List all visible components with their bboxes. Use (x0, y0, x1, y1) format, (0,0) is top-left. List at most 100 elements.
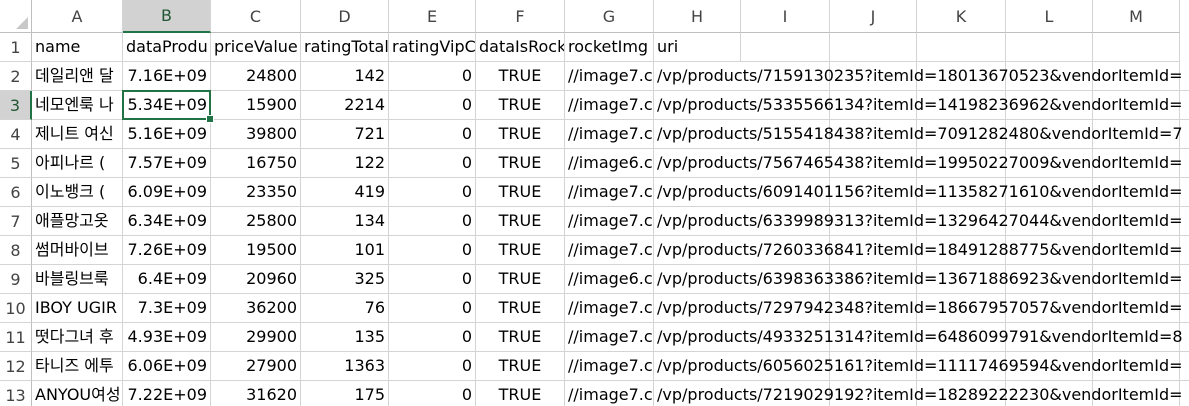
column-header-h[interactable]: H (654, 0, 741, 33)
cell-a5[interactable]: 아피나르 ( (32, 149, 123, 178)
cell-c1[interactable]: priceValue (211, 33, 301, 62)
column-header-j[interactable]: J (830, 0, 917, 33)
cell-h12[interactable]: /vp/products/6056025161?itemId=111174695… (654, 352, 1189, 381)
cell-a9[interactable]: 바블링브룩 (32, 265, 123, 294)
cell-g3[interactable]: //image7.c (565, 91, 654, 120)
row-header-12[interactable]: 12 (0, 352, 32, 381)
cell-f9[interactable]: TRUE (476, 265, 565, 294)
cell-h9[interactable]: /vp/products/6398363386?itemId=136718869… (654, 265, 1189, 294)
cell-g11[interactable]: //image7.c (565, 323, 654, 352)
cell-g13[interactable]: //image7.c (565, 381, 654, 406)
cell-d4[interactable]: 721 (301, 120, 389, 149)
cell-l1[interactable] (1006, 33, 1093, 62)
cell-c12[interactable]: 27900 (211, 352, 301, 381)
cell-d5[interactable]: 122 (301, 149, 389, 178)
cell-c3[interactable]: 15900 (211, 91, 301, 120)
cell-b5[interactable]: 7.57E+09 (123, 149, 211, 178)
cell-c4[interactable]: 39800 (211, 120, 301, 149)
row-header-11[interactable]: 11 (0, 323, 32, 352)
cell-a7[interactable]: 애플망고옷 (32, 207, 123, 236)
cell-e6[interactable]: 0 (389, 178, 476, 207)
cell-a10[interactable]: IBOY UGIR (32, 294, 123, 323)
row-header-4[interactable]: 4 (0, 120, 32, 149)
cell-f10[interactable]: TRUE (476, 294, 565, 323)
cell-h10[interactable]: /vp/products/7297942348?itemId=186679570… (654, 294, 1189, 323)
cell-a6[interactable]: 이노뱅크 ( (32, 178, 123, 207)
row-header-6[interactable]: 6 (0, 178, 32, 207)
cell-f2[interactable]: TRUE (476, 62, 565, 91)
cell-g5[interactable]: //image6.c (565, 149, 654, 178)
cell-f3[interactable]: TRUE (476, 91, 565, 120)
cell-b13[interactable]: 7.22E+09 (123, 381, 211, 406)
cell-c13[interactable]: 31620 (211, 381, 301, 406)
column-header-a[interactable]: A (32, 0, 123, 33)
cell-h13[interactable]: /vp/products/7219029192?itemId=182892222… (654, 381, 1189, 406)
cell-f5[interactable]: TRUE (476, 149, 565, 178)
cell-k1[interactable] (917, 33, 1006, 62)
cell-e13[interactable]: 0 (389, 381, 476, 406)
cell-c2[interactable]: 24800 (211, 62, 301, 91)
cell-g9[interactable]: //image6.c (565, 265, 654, 294)
column-header-f[interactable]: F (476, 0, 565, 33)
cell-a1[interactable]: name (32, 33, 123, 62)
cell-j1[interactable] (830, 33, 917, 62)
cell-g4[interactable]: //image7.c (565, 120, 654, 149)
cell-a13[interactable]: ANYOU여성 (32, 381, 123, 406)
column-header-e[interactable]: E (389, 0, 476, 33)
cell-f13[interactable]: TRUE (476, 381, 565, 406)
cell-h8[interactable]: /vp/products/7260336841?itemId=184912887… (654, 236, 1189, 265)
row-header-2[interactable]: 2 (0, 62, 32, 91)
cell-e2[interactable]: 0 (389, 62, 476, 91)
row-header-10[interactable]: 10 (0, 294, 32, 323)
cell-h11[interactable]: /vp/products/4933251314?itemId=648609979… (654, 323, 1189, 352)
cell-h3[interactable]: /vp/products/5335566134?itemId=141982369… (654, 91, 1189, 120)
cell-h4[interactable]: /vp/products/5155418438?itemId=709128248… (654, 120, 1189, 149)
row-header-5[interactable]: 5 (0, 149, 32, 178)
cell-b2[interactable]: 7.16E+09 (123, 62, 211, 91)
cell-b11[interactable]: 4.93E+09 (123, 323, 211, 352)
cell-c11[interactable]: 29900 (211, 323, 301, 352)
cell-e10[interactable]: 0 (389, 294, 476, 323)
cell-e9[interactable]: 0 (389, 265, 476, 294)
cell-b4[interactable]: 5.16E+09 (123, 120, 211, 149)
cell-g12[interactable]: //image7.c (565, 352, 654, 381)
cell-h1[interactable]: uri (654, 33, 741, 62)
column-header-g[interactable]: G (565, 0, 654, 33)
cell-a3[interactable]: 네모엔룩 나 (32, 91, 123, 120)
column-header-k[interactable]: K (917, 0, 1006, 33)
cell-c6[interactable]: 23350 (211, 178, 301, 207)
cell-e11[interactable]: 0 (389, 323, 476, 352)
select-all-button[interactable] (0, 0, 32, 33)
cell-b7[interactable]: 6.34E+09 (123, 207, 211, 236)
cell-g6[interactable]: //image7.c (565, 178, 654, 207)
cell-h7[interactable]: /vp/products/6339989313?itemId=132964270… (654, 207, 1189, 236)
cell-a8[interactable]: 썸머바이브 (32, 236, 123, 265)
cell-g8[interactable]: //image7.c (565, 236, 654, 265)
cell-f6[interactable]: TRUE (476, 178, 565, 207)
cell-g1[interactable]: rocketImg (565, 33, 654, 62)
cell-d3[interactable]: 2214 (301, 91, 389, 120)
row-header-7[interactable]: 7 (0, 207, 32, 236)
cell-f7[interactable]: TRUE (476, 207, 565, 236)
cell-h2[interactable]: /vp/products/7159130235?itemId=180136705… (654, 62, 1189, 91)
column-header-d[interactable]: D (301, 0, 389, 33)
row-header-1[interactable]: 1 (0, 33, 32, 62)
cell-h6[interactable]: /vp/products/6091401156?itemId=113582716… (654, 178, 1189, 207)
cell-b6[interactable]: 6.09E+09 (123, 178, 211, 207)
cell-b12[interactable]: 6.06E+09 (123, 352, 211, 381)
row-header-9[interactable]: 9 (0, 265, 32, 294)
cell-e5[interactable]: 0 (389, 149, 476, 178)
cell-a12[interactable]: 타니즈 에투 (32, 352, 123, 381)
cell-b3[interactable]: 5.34E+09 (123, 91, 211, 120)
cell-g2[interactable]: //image7.c (565, 62, 654, 91)
cell-i1[interactable] (741, 33, 830, 62)
cell-f8[interactable]: TRUE (476, 236, 565, 265)
spreadsheet[interactable]: A B C D E F G H I J K L M 1 2 3 4 5 6 7 8 9 10 11 12 13 name dataPr… (0, 0, 1189, 406)
cell-f4[interactable]: TRUE (476, 120, 565, 149)
cell-d2[interactable]: 142 (301, 62, 389, 91)
cell-a4[interactable]: 제니트 여신 (32, 120, 123, 149)
cell-e12[interactable]: 0 (389, 352, 476, 381)
cell-g10[interactable]: //image7.c (565, 294, 654, 323)
cell-c9[interactable]: 20960 (211, 265, 301, 294)
cell-grid[interactable]: A B C D E F G H I J K L M 1 2 3 4 5 6 7 8 9 10 11 12 13 name dataPr… (0, 0, 1189, 406)
